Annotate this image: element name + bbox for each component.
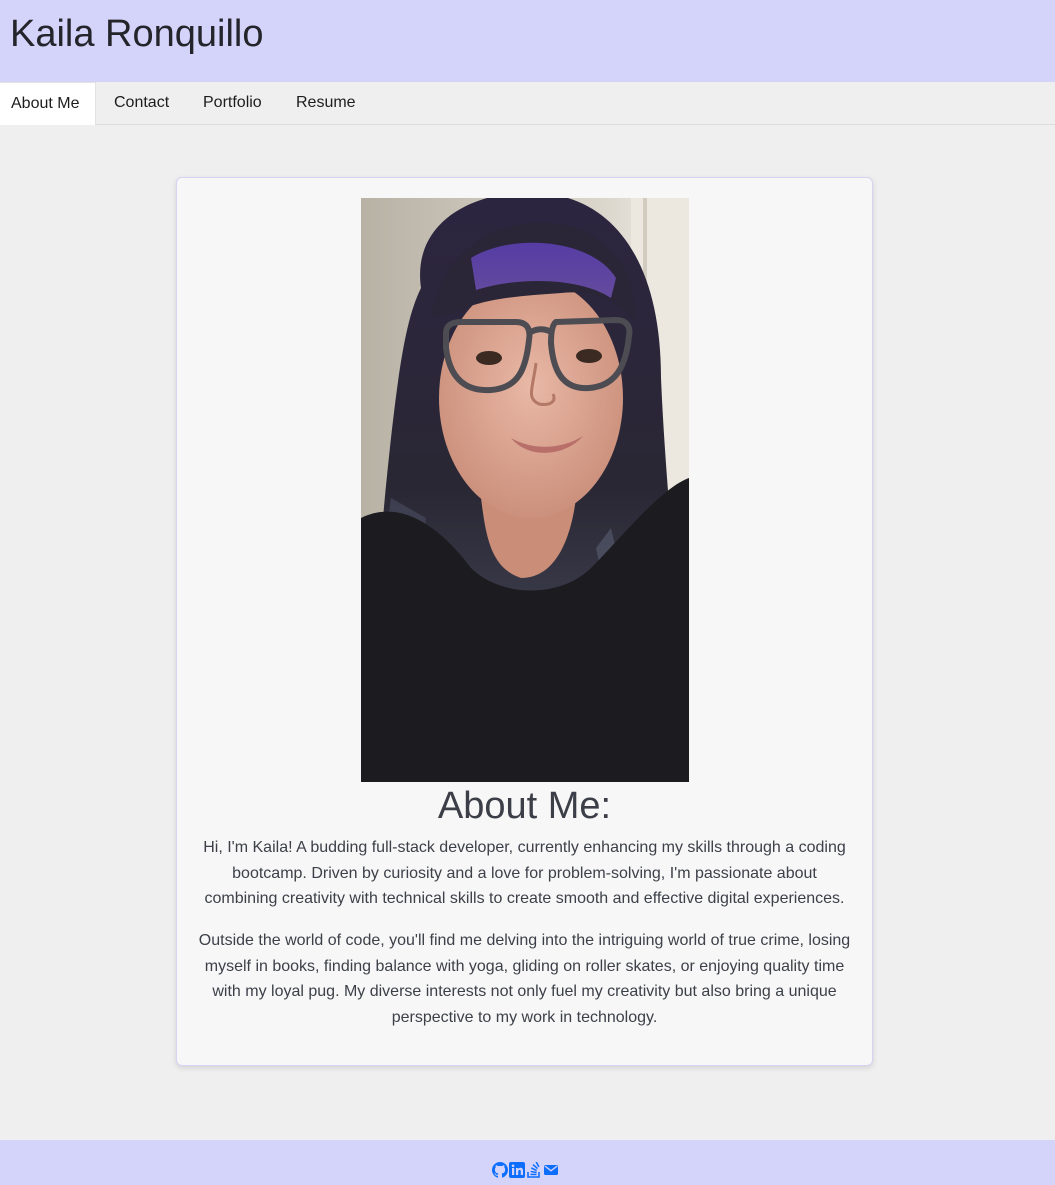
- email-icon[interactable]: [543, 1162, 559, 1178]
- about-heading: About Me:: [437, 785, 612, 827]
- about-paragraph-2: Outside the world of code, you'll find m…: [198, 932, 851, 1026]
- tab-resume[interactable]: Resume: [296, 82, 356, 124]
- site-title: Kaila Ronquillo: [10, 13, 264, 55]
- social-links: [492, 1161, 559, 1178]
- tab-portfolio[interactable]: Portfolio: [203, 82, 262, 124]
- nav-tabs: About Me Contact Portfolio Resume: [0, 82, 1055, 125]
- about-paragraph-1: Hi, I'm Kaila! A budding full-stack deve…: [203, 839, 846, 908]
- linkedin-icon[interactable]: [509, 1162, 525, 1178]
- profile-photo: [361, 198, 689, 782]
- about-card: About Me: Hi, I'm Kaila! A budding full-…: [176, 177, 873, 1066]
- site-footer: [0, 1140, 1055, 1185]
- tab-about-me[interactable]: About Me: [0, 82, 96, 125]
- tab-contact[interactable]: Contact: [114, 82, 169, 124]
- stackoverflow-icon[interactable]: [526, 1161, 542, 1178]
- github-icon[interactable]: [492, 1162, 508, 1178]
- profile-photo-image: [361, 198, 689, 782]
- site-header: Kaila Ronquillo: [0, 0, 1055, 82]
